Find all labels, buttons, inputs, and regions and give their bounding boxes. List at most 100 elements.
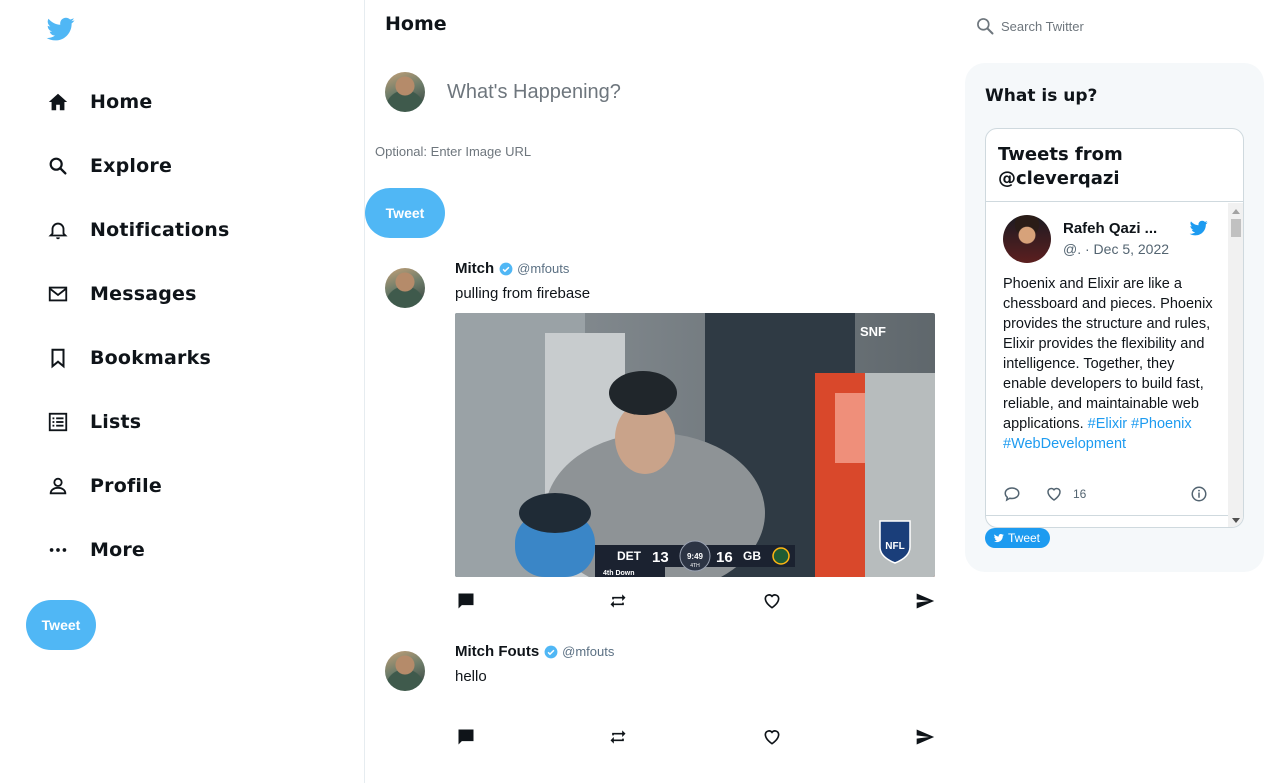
avatar bbox=[385, 651, 425, 691]
post-author-name: Mitch bbox=[455, 260, 495, 277]
network-logo: SNF bbox=[860, 324, 886, 339]
post-actions bbox=[455, 726, 935, 748]
post-header: Mitch Fouts @mfouts bbox=[455, 643, 614, 660]
image-url-input[interactable] bbox=[375, 142, 775, 160]
scroll-up-arrow-icon[interactable] bbox=[1228, 205, 1243, 217]
like-icon bbox=[1047, 487, 1061, 501]
scroll-thumb[interactable] bbox=[1231, 219, 1241, 237]
embed-tweet-button[interactable]: Tweet bbox=[985, 528, 1051, 548]
avatar[interactable] bbox=[1003, 215, 1051, 263]
embed-divider bbox=[986, 515, 1228, 516]
svg-text:NFL: NFL bbox=[885, 541, 904, 552]
widgets-title: What is up? bbox=[985, 86, 1098, 106]
sidebar-item-label: Profile bbox=[90, 475, 162, 497]
twitter-bird-icon[interactable] bbox=[1189, 219, 1209, 237]
search-icon bbox=[977, 18, 994, 35]
score-team1: DET bbox=[617, 549, 642, 563]
feed-title: Home bbox=[385, 13, 447, 35]
sidebar-item-label: More bbox=[90, 539, 146, 561]
sidebar-item-label: Bookmarks bbox=[90, 347, 211, 369]
sidebar-item-bookmarks[interactable]: Bookmarks bbox=[46, 340, 211, 376]
search-bar bbox=[975, 14, 1260, 38]
post-image[interactable]: SNF NFL DET 13 9:49 4TH 16 GB 4th Down bbox=[455, 313, 935, 577]
nfl-shield-icon: NFL bbox=[879, 520, 911, 564]
post-author-handle: @mfouts bbox=[517, 261, 570, 276]
embed-tweet-button-label: Tweet bbox=[1008, 531, 1041, 545]
retweet-icon[interactable] bbox=[607, 590, 629, 612]
mail-icon bbox=[46, 282, 70, 306]
home-icon bbox=[46, 90, 70, 114]
post-image-graphic: SNF NFL DET 13 9:49 4TH 16 GB 4th Down bbox=[455, 313, 935, 577]
sidebar-item-home[interactable]: Home bbox=[46, 84, 152, 120]
sidebar: Home Explore Notifications Messages Book… bbox=[0, 0, 364, 783]
avatar bbox=[385, 72, 425, 112]
avatar bbox=[385, 268, 425, 308]
sidebar-tweet-button[interactable]: Tweet bbox=[26, 600, 96, 650]
embedded-tweet[interactable]: Rafeh Qazi ... @. · Dec 5, 2022 Phoenix … bbox=[986, 203, 1228, 527]
bookmark-icon bbox=[46, 346, 70, 370]
down-indicator: 4th Down bbox=[603, 570, 635, 577]
sidebar-item-label: Home bbox=[90, 91, 153, 113]
sidebar-item-explore[interactable]: Explore bbox=[46, 148, 172, 184]
more-dots-icon bbox=[46, 538, 70, 562]
post: Mitch Fouts @mfouts hello bbox=[365, 641, 950, 751]
compose-tweet-button[interactable]: Tweet bbox=[365, 188, 445, 238]
sidebar-item-label: Messages bbox=[90, 283, 197, 305]
search-input[interactable] bbox=[1001, 18, 1241, 34]
embed-scrollbar[interactable] bbox=[1228, 203, 1243, 527]
hashtag-link[interactable]: #Elixir bbox=[1088, 416, 1127, 432]
embed-author-name[interactable]: Rafeh Qazi ... bbox=[1063, 220, 1157, 237]
bell-icon bbox=[46, 218, 70, 242]
embed-header: Tweets from @cleverqazi bbox=[986, 129, 1243, 202]
sidebar-item-label: Notifications bbox=[90, 219, 230, 241]
hashtag-link[interactable]: #Phoenix bbox=[1131, 416, 1191, 432]
sidebar-item-notifications[interactable]: Notifications bbox=[46, 212, 230, 248]
sidebar-item-lists[interactable]: Lists bbox=[46, 404, 141, 440]
game-clock: 9:49 bbox=[687, 552, 704, 561]
post-text: pulling from firebase bbox=[455, 285, 591, 302]
scroll-down-arrow-icon[interactable] bbox=[1228, 514, 1243, 526]
score-team2: GB bbox=[743, 549, 761, 563]
reply-icon[interactable] bbox=[1003, 485, 1021, 503]
embedded-timeline: Tweets from @cleverqazi Rafeh Qazi ... @… bbox=[985, 128, 1244, 528]
embed-tweet-text: Phoenix and Elixir are like a chessboard… bbox=[1003, 274, 1218, 454]
reply-icon[interactable] bbox=[455, 726, 477, 748]
retweet-icon[interactable] bbox=[607, 726, 629, 748]
sidebar-item-more[interactable]: More bbox=[46, 532, 145, 568]
hashtag-link[interactable]: #WebDevelopment bbox=[1003, 436, 1126, 452]
post: Mitch @mfouts pulling from firebase SNF … bbox=[365, 258, 950, 618]
post-header: Mitch @mfouts bbox=[455, 260, 569, 277]
feed: Home Tweet Mitch @mfouts pulling from fi… bbox=[365, 0, 950, 783]
score-value1: 13 bbox=[652, 549, 669, 566]
share-send-icon[interactable] bbox=[914, 726, 936, 748]
post-author-name: Mitch Fouts bbox=[455, 643, 540, 660]
like-icon[interactable] bbox=[761, 590, 783, 612]
list-icon bbox=[46, 410, 70, 434]
sidebar-item-profile[interactable]: Profile bbox=[46, 468, 162, 504]
widgets-panel: What is up? Tweets from @cleverqazi Rafe… bbox=[965, 63, 1264, 572]
embed-meta: @. · Dec 5, 2022 bbox=[1063, 241, 1170, 257]
score-value2: 16 bbox=[716, 549, 733, 566]
post-actions bbox=[455, 590, 935, 612]
reply-icon[interactable] bbox=[455, 590, 477, 612]
sidebar-item-label: Explore bbox=[90, 155, 173, 177]
verified-badge-icon bbox=[499, 262, 513, 275]
twitter-bird-icon bbox=[993, 534, 1004, 543]
like-button[interactable]: 16 bbox=[1045, 485, 1086, 503]
embed-actions: 16 bbox=[1003, 485, 1218, 503]
twitter-bird-icon[interactable] bbox=[46, 15, 76, 43]
share-send-icon[interactable] bbox=[914, 590, 936, 612]
sidebar-item-messages[interactable]: Messages bbox=[46, 276, 197, 312]
info-icon[interactable] bbox=[1190, 485, 1208, 503]
person-icon bbox=[46, 474, 70, 498]
like-icon[interactable] bbox=[761, 726, 783, 748]
like-count: 16 bbox=[1073, 487, 1087, 501]
verified-badge-icon bbox=[544, 645, 558, 658]
sidebar-item-label: Lists bbox=[90, 411, 142, 433]
compose-input[interactable] bbox=[447, 78, 927, 106]
game-quarter: 4TH bbox=[690, 563, 700, 569]
post-text: hello bbox=[455, 668, 487, 685]
post-author-handle: @mfouts bbox=[562, 644, 615, 659]
search-icon bbox=[46, 154, 70, 178]
embed-tweet-body: Phoenix and Elixir are like a chessboard… bbox=[1003, 276, 1213, 432]
